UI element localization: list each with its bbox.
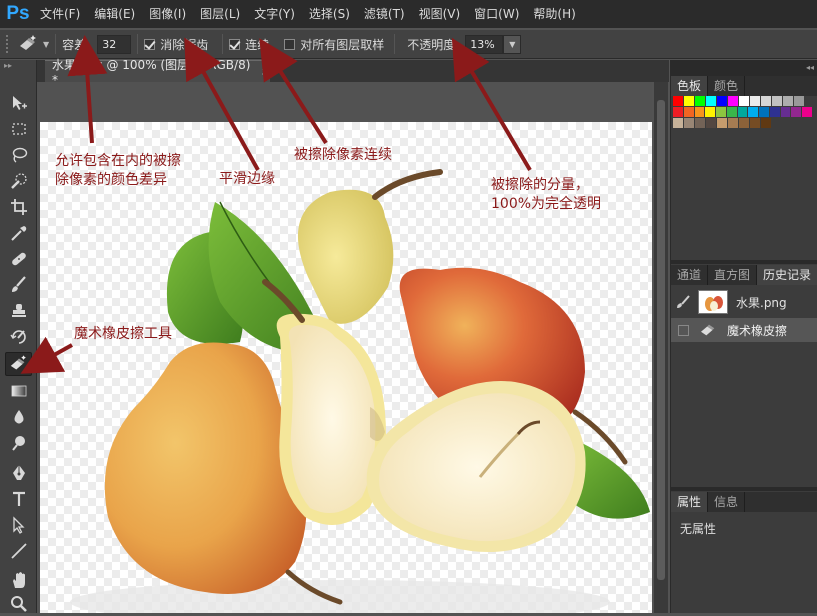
tool-annotation: 魔术橡皮擦工具: [74, 326, 172, 342]
tolerance-arrow: [67, 35, 108, 144]
tolerance-annotation: 允许包含在内的被擦 除像素的颜色差异: [55, 153, 181, 188]
opacity-arrow: [451, 37, 532, 172]
contiguous-arrow: [259, 38, 328, 145]
contiguous-annotation: 被擦除像素连续: [294, 147, 392, 163]
annotation-arrows: [20, 35, 532, 374]
antialias-arrow: [184, 37, 260, 171]
tool-arrow: [20, 336, 73, 374]
opacity-annotation: 被擦除的分量， 100%为完全透明: [491, 177, 602, 212]
antialias-annotation: 平滑边缘: [219, 171, 275, 187]
